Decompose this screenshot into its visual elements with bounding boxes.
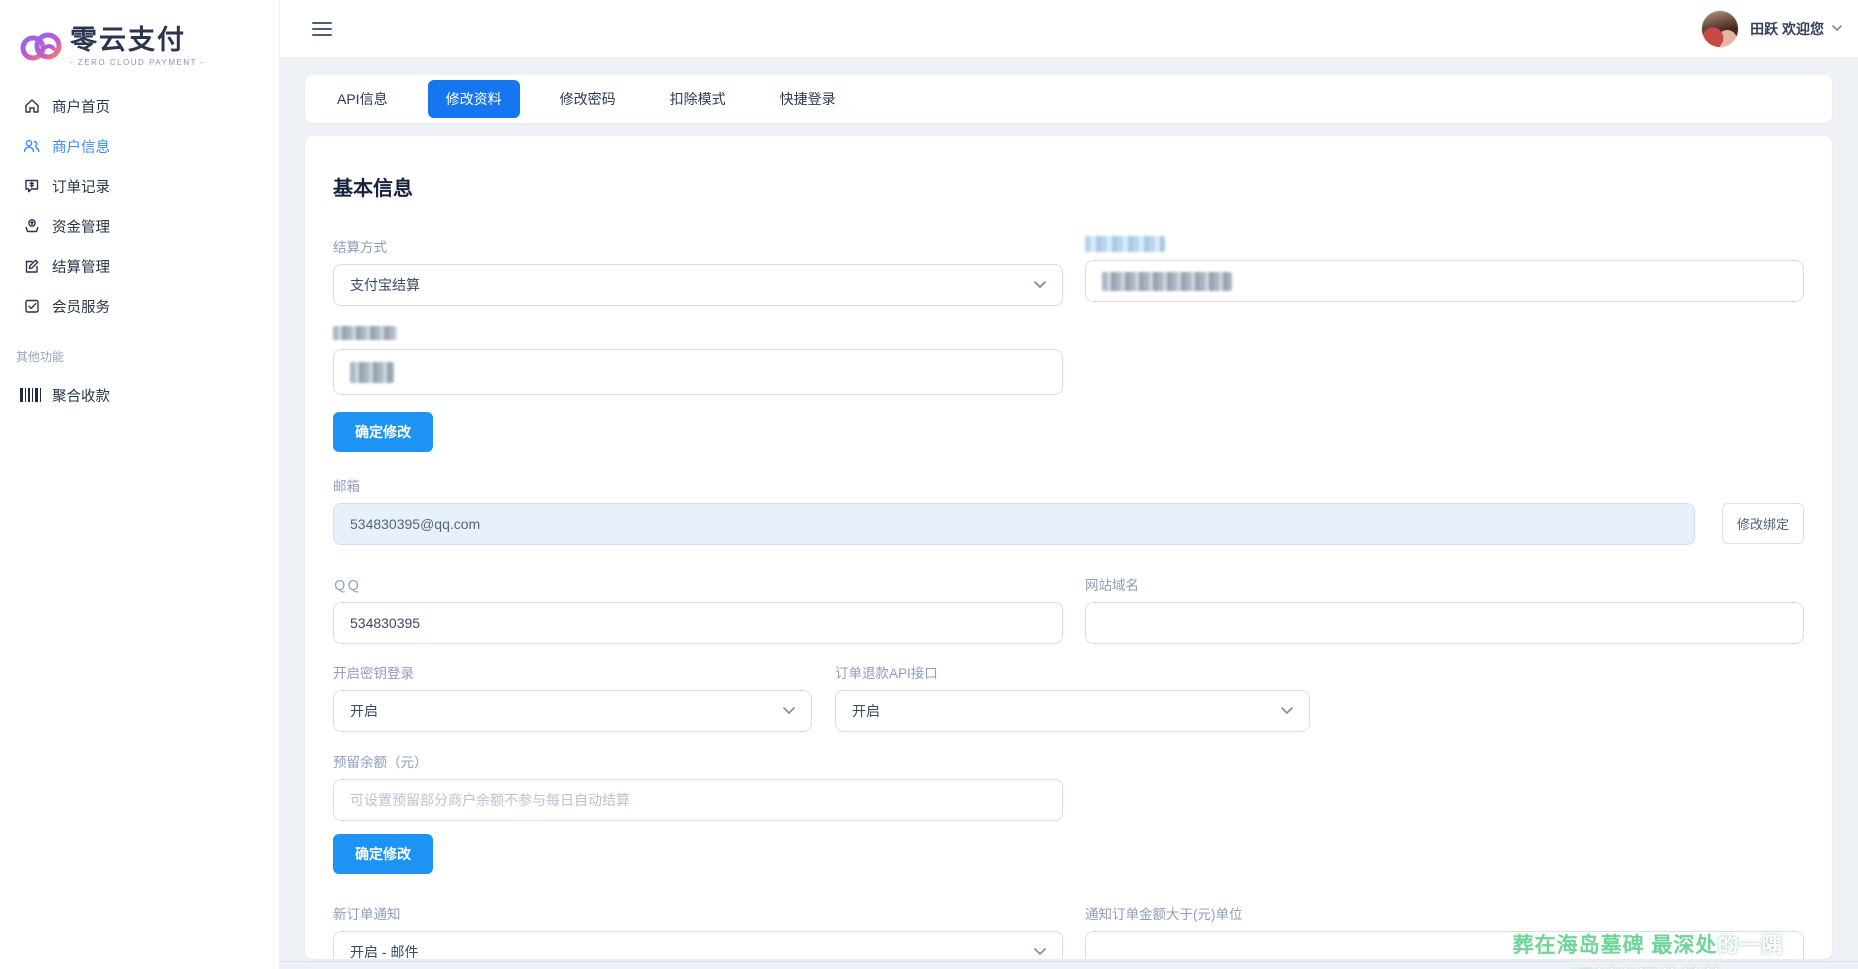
page: 零云支付 - ZERO CLOUD PAYMENT - 商户首页 商户信息 [0,0,1858,969]
brand-subtitle: - ZERO CLOUD PAYMENT - [70,58,205,67]
new-order-notify-select[interactable]: 开启 - 邮件 [333,931,1063,959]
domain-label: 网站域名 [1085,574,1804,594]
brand-name: 零云支付 [70,18,205,57]
sidebar-item-label: 商户信息 [52,136,110,157]
refund-api-value: 开启 [852,701,880,721]
sidebar-item-order-records[interactable]: 订单记录 [0,166,279,206]
sidebar-section-label: 其他功能 [0,326,279,375]
reserve-balance-input[interactable] [333,779,1063,821]
tab-deduct-mode[interactable]: 扣除模式 [656,80,740,118]
check-square-icon [22,297,41,316]
domain-input[interactable] [1085,602,1804,644]
scroll-cut-divider [280,961,1858,962]
sidebar-item-label: 聚合收款 [52,385,110,406]
avatar [1701,10,1739,48]
edit-icon [22,257,41,276]
watermark-line2: 顷刻崩塌的铁轨 [1478,963,1818,969]
qq-input[interactable] [333,602,1063,644]
brand-logo: 零云支付 - ZERO CLOUD PAYMENT - [0,10,279,68]
redacted-field2-input[interactable] [333,349,1063,395]
chevron-down-icon [1034,281,1046,289]
reserve-balance-label: 预留余额（元） [333,751,1063,771]
tab-quick-login[interactable]: 快捷登录 [766,80,850,118]
tab-edit-profile[interactable]: 修改资料 [428,80,520,118]
refund-api-label: 订单退款API接口 [835,662,1310,682]
notify-amount-label: 通知订单金额大于(元)单位 [1085,903,1804,923]
chevron-down-icon [1034,948,1046,956]
order-chat-icon [22,177,41,196]
username: 田跃 欢迎您 [1750,19,1824,39]
main-area: 田跃 欢迎您 API信息 修改资料 修改密码 扣除模式 快捷登录 基本信息 结算… [280,0,1858,969]
redacted-field2-label [333,326,1063,341]
key-login-value: 开启 [350,701,378,721]
basic-info-form: 基本信息 结算方式 支付宝结算 [305,136,1832,959]
sidebar-item-label: 结算管理 [52,256,110,277]
sidebar-item-member-services[interactable]: 会员服务 [0,286,279,326]
tab-bar: API信息 修改资料 修改密码 扣除模式 快捷登录 [305,75,1832,123]
sidebar-item-label: 商户首页 [52,96,110,117]
tab-api-info[interactable]: API信息 [323,80,402,118]
new-order-notify-label: 新订单通知 [333,903,1063,923]
email-input[interactable] [333,503,1695,545]
barcode-icon [22,386,41,405]
sidebar: 零云支付 - ZERO CLOUD PAYMENT - 商户首页 商户信息 [0,0,280,969]
cloud-logo-icon [16,22,66,68]
confirm-edit-button-2[interactable]: 确定修改 [333,834,433,874]
content: API信息 修改资料 修改密码 扣除模式 快捷登录 基本信息 结算方式 支付宝结… [280,57,1858,969]
form-title: 基本信息 [333,172,1804,201]
funds-icon [22,217,41,236]
sidebar-nav: 商户首页 商户信息 订单记录 资金管理 [0,86,279,326]
settle-method-label: 结算方式 [333,236,1063,256]
settle-method-value: 支付宝结算 [350,275,420,295]
new-order-notify-value: 开启 - 邮件 [350,942,418,959]
redacted-field-input[interactable] [1085,260,1804,302]
sidebar-item-label: 资金管理 [52,216,110,237]
chevron-down-icon [783,707,795,715]
users-icon [22,137,41,156]
sidebar-item-funds-management[interactable]: 资金管理 [0,206,279,246]
user-menu[interactable]: 田跃 欢迎您 [1701,10,1842,48]
key-login-label: 开启密钥登录 [333,662,812,682]
refund-api-select[interactable]: 开启 [835,690,1310,732]
sidebar-item-merchant-info[interactable]: 商户信息 [0,126,279,166]
key-login-select[interactable]: 开启 [333,690,812,732]
email-label: 邮箱 [333,475,1804,495]
sidebar-item-aggregate-collection[interactable]: 聚合收款 [0,375,279,415]
sidebar-item-label: 订单记录 [52,176,110,197]
qq-label: ＱＱ [333,574,1063,594]
notify-amount-input[interactable] [1085,931,1804,959]
sidebar-item-label: 会员服务 [52,296,110,317]
home-icon [22,97,41,116]
tab-change-password[interactable]: 修改密码 [546,80,630,118]
topbar: 田跃 欢迎您 [280,0,1858,57]
confirm-edit-button[interactable]: 确定修改 [333,412,433,452]
sidebar-item-merchant-home[interactable]: 商户首页 [0,86,279,126]
change-binding-button[interactable]: 修改绑定 [1722,503,1804,544]
redacted-field-label [1085,236,1804,252]
hamburger-menu-icon[interactable] [312,18,332,40]
settle-method-select[interactable]: 支付宝结算 [333,264,1063,306]
chevron-down-icon [1832,25,1842,32]
chevron-down-icon [1281,707,1293,715]
sidebar-item-settlement-management[interactable]: 结算管理 [0,246,279,286]
